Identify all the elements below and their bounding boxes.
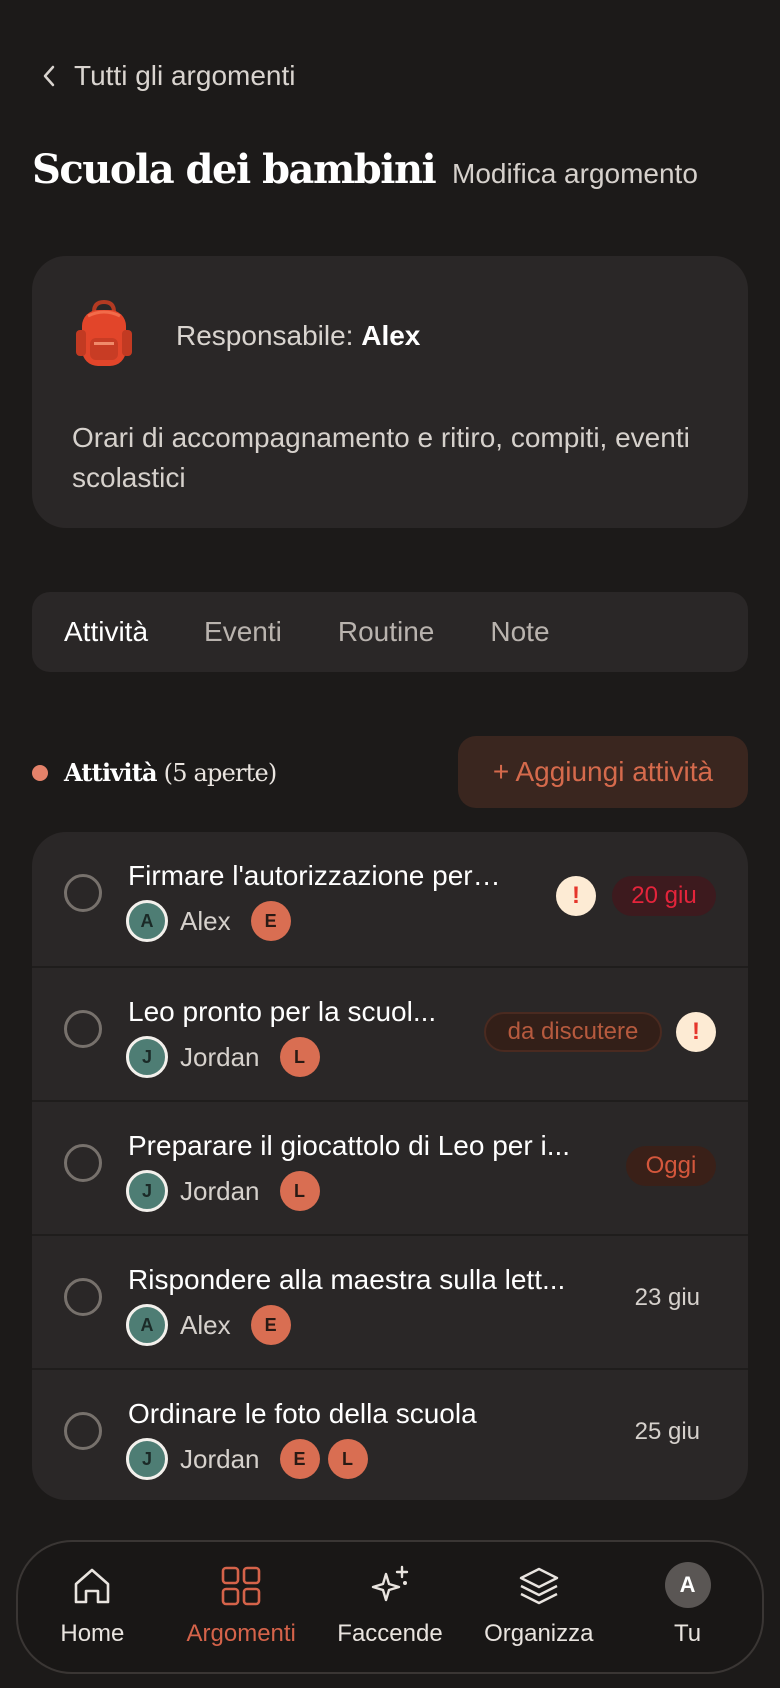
grid-icon	[221, 1566, 261, 1606]
task-row[interactable]: Preparare il giocattolo di Leo per i... …	[32, 1100, 748, 1234]
assignee-name: Alex	[180, 1309, 231, 1340]
task-title: Leo pronto per la scuol...	[128, 996, 437, 1027]
assignee-name: Alex	[180, 905, 231, 936]
page-title: Scuola dei bambini	[32, 146, 437, 193]
due-date-badge: 20 giu	[612, 876, 716, 916]
status-badge: da discutere	[484, 1012, 662, 1052]
edit-topic-link[interactable]: Modifica argomento	[452, 158, 698, 190]
assignee-avatar: J	[126, 1036, 168, 1078]
task-row[interactable]: Rispondere alla maestra sulla lett... A …	[32, 1234, 748, 1368]
sparkle-icon	[371, 1565, 409, 1602]
avatar: A	[664, 1562, 711, 1608]
bottom-tab-bar: Home Argomenti Faccende Organizza A Tu	[16, 1540, 764, 1674]
tabbar-label: Home	[60, 1620, 125, 1647]
task-checkbox[interactable]	[64, 1010, 102, 1048]
urgent-icon: !	[676, 1012, 716, 1052]
assignee-avatar: A	[126, 1304, 168, 1346]
task-row[interactable]: Firmare l'autorizzazione per l... A Alex…	[32, 832, 748, 966]
topic-description: Orari di accompagnamento e ritiro, compi…	[72, 422, 690, 493]
child-avatar: E	[279, 1439, 320, 1479]
tab-routine[interactable]: Routine	[338, 616, 435, 648]
child-avatar: E	[250, 901, 291, 941]
task-checkbox[interactable]	[64, 874, 102, 912]
assignee-name: Jordan	[180, 1443, 260, 1474]
back-link[interactable]: Tutti gli argomenti	[38, 60, 296, 92]
due-date: 25 giu	[634, 1418, 700, 1445]
backpack-icon	[76, 300, 132, 366]
tabbar-label: Organizza	[484, 1620, 594, 1647]
task-assignee: A Alex E	[126, 1304, 291, 1346]
topic-tabs: Attività Eventi Routine Note	[32, 592, 748, 672]
task-checkbox[interactable]	[64, 1278, 102, 1316]
section-title-label: Attività	[64, 758, 158, 787]
child-avatar: L	[279, 1037, 320, 1077]
tab-note[interactable]: Note	[490, 616, 549, 648]
task-checkbox[interactable]	[64, 1412, 102, 1450]
task-title: Firmare l'autorizzazione per l...	[128, 860, 508, 891]
task-assignee: A Alex E	[126, 900, 291, 942]
task-checkbox[interactable]	[64, 1144, 102, 1182]
task-row[interactable]: Leo pronto per la scuol... J Jordan L da…	[32, 966, 748, 1100]
task-title: Preparare il giocattolo di Leo per i...	[128, 1130, 571, 1161]
tabbar-item-tu[interactable]: A Tu	[613, 1542, 762, 1672]
tabbar-item-home[interactable]: Home	[18, 1542, 167, 1672]
tabbar-item-organizza[interactable]: Organizza	[464, 1542, 613, 1672]
assignee-avatar: J	[126, 1438, 168, 1480]
layers-icon	[519, 1567, 558, 1605]
open-count: (5 aperte)	[163, 759, 278, 787]
task-assignee: J Jordan E L	[126, 1438, 368, 1480]
assignee-avatar: J	[126, 1170, 168, 1212]
tabbar-label: Argomenti	[186, 1620, 296, 1647]
tabbar-label: Tu	[674, 1620, 702, 1647]
task-title: Rispondere alla maestra sulla lett...	[128, 1264, 566, 1295]
status-dot-icon	[32, 764, 48, 781]
tasks-section-header: Attività (5 aperte)	[32, 758, 278, 787]
chevron-left-icon	[43, 65, 55, 87]
tabbar-item-argomenti[interactable]: Argomenti	[167, 1542, 316, 1672]
back-link-label: Tutti gli argomenti	[74, 60, 296, 91]
section-title: Attività (5 aperte)	[64, 758, 278, 787]
topic-info-card: Responsabile: Alex Orari di accompagname…	[32, 256, 748, 528]
topic-owner: Responsabile: Alex	[176, 320, 420, 352]
child-avatar: E	[250, 1305, 291, 1345]
task-row[interactable]: Ordinare le foto della scuola J Jordan E…	[32, 1368, 748, 1500]
urgent-icon: !	[556, 876, 596, 916]
due-date: 23 giu	[634, 1284, 700, 1311]
due-date-badge: Oggi	[626, 1146, 716, 1186]
child-avatar: L	[279, 1171, 320, 1211]
task-list: Firmare l'autorizzazione per l... A Alex…	[32, 832, 748, 1500]
home-icon	[75, 1568, 110, 1604]
assignee-name: Jordan	[180, 1041, 260, 1072]
tab-attivita[interactable]: Attività	[64, 616, 148, 648]
task-assignee: J Jordan L	[126, 1170, 320, 1212]
owner-prefix: Responsabile:	[176, 320, 354, 351]
task-assignee: J Jordan L	[126, 1036, 320, 1078]
tabbar-item-faccende[interactable]: Faccende	[316, 1542, 465, 1672]
tabbar-label: Faccende	[337, 1620, 443, 1647]
task-title: Ordinare le foto della scuola	[128, 1398, 477, 1429]
assignee-name: Jordan	[180, 1175, 260, 1206]
child-avatar: L	[327, 1439, 368, 1479]
add-task-button[interactable]: + Aggiungi attività	[458, 736, 748, 808]
assignee-avatar: A	[126, 900, 168, 942]
tab-eventi[interactable]: Eventi	[204, 616, 282, 648]
owner-name: Alex	[361, 320, 421, 351]
